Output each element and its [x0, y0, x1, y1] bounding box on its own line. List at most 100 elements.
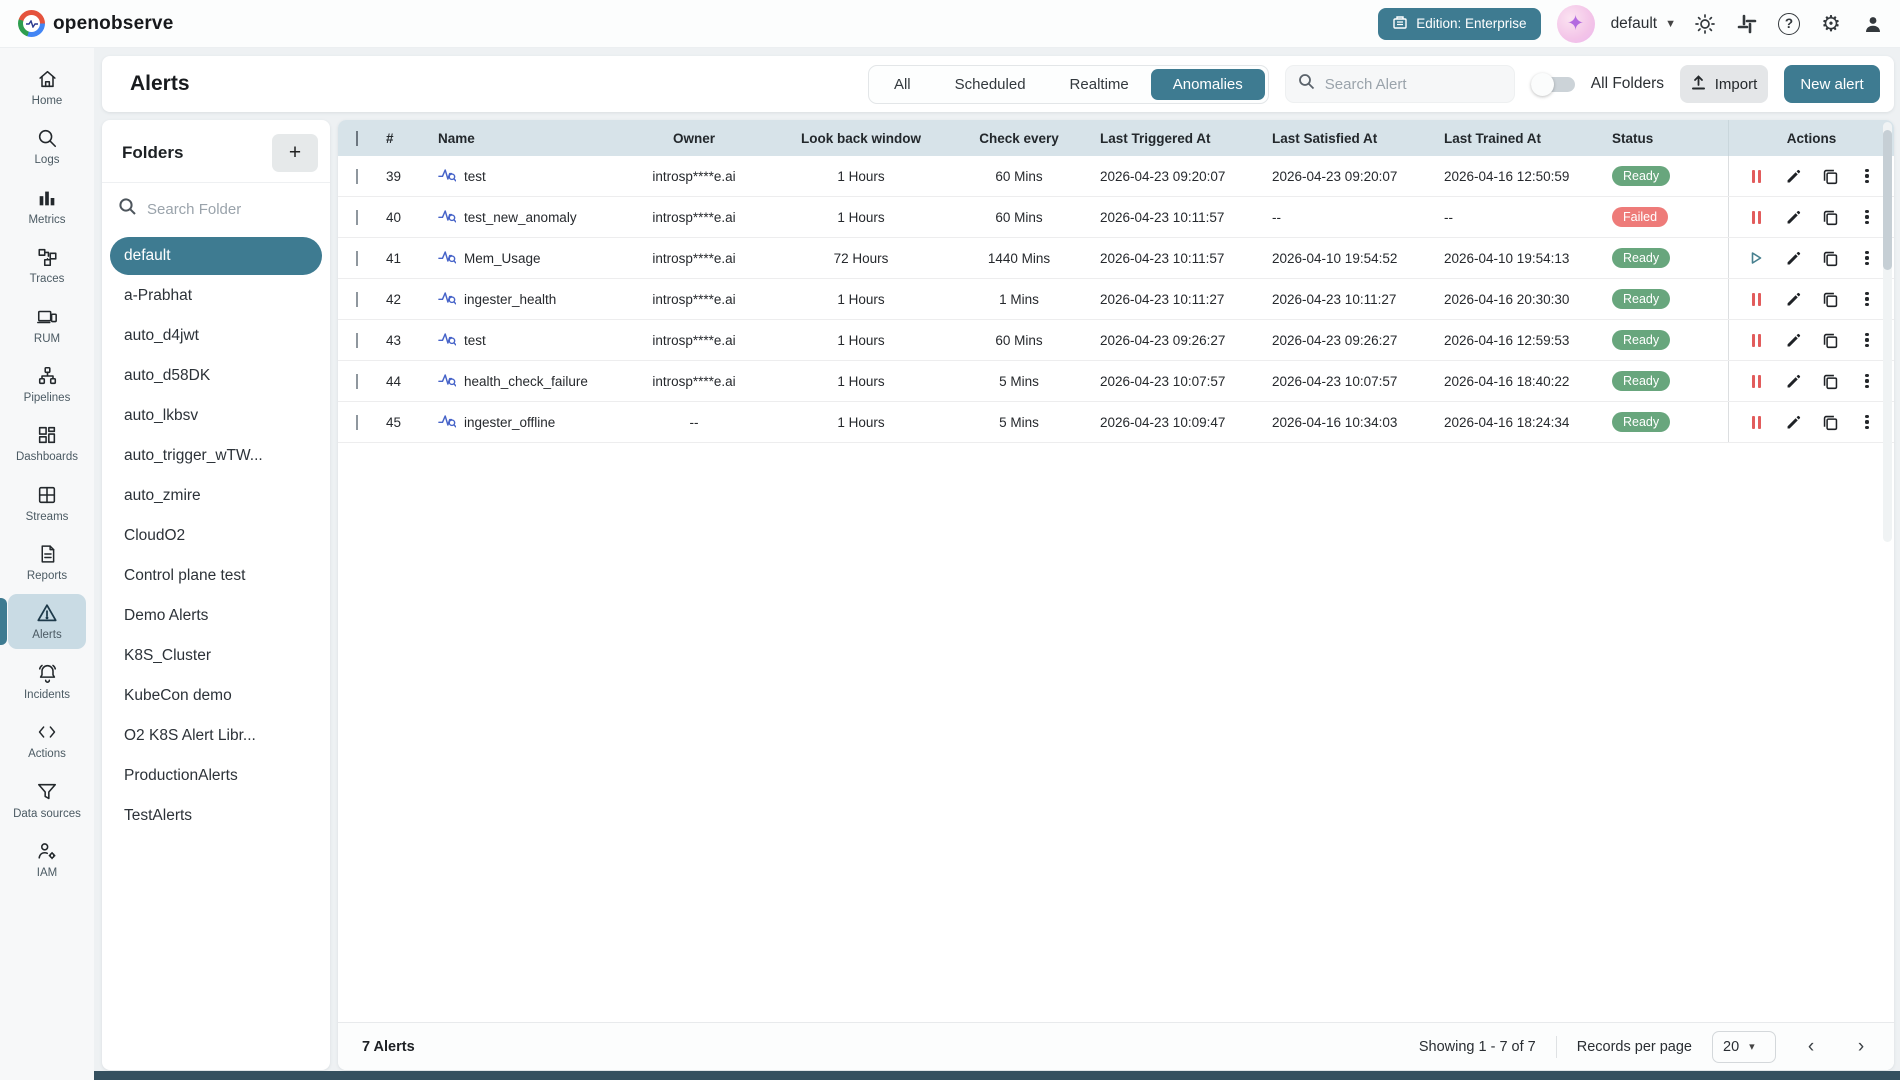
table-row[interactable]: 39testintrosp****e.ai1 Hours60 Mins2026-…	[338, 156, 1894, 197]
table-row[interactable]: 45ingester_offline--1 Hours5 Mins2026-04…	[338, 402, 1894, 443]
sidebar-item-rum[interactable]: RUM	[8, 298, 86, 352]
table-row[interactable]: 42ingester_healthintrosp****e.ai1 Hours1…	[338, 279, 1894, 320]
sidebar-item-metrics[interactable]: Metrics	[8, 179, 86, 233]
folder-item[interactable]: auto_trigger_wTW...	[110, 437, 322, 475]
row-checkbox[interactable]	[356, 251, 358, 266]
edit-alert-icon[interactable]	[1783, 248, 1803, 268]
vertical-scrollbar[interactable]	[1883, 122, 1892, 542]
duplicate-alert-icon[interactable]	[1820, 207, 1840, 227]
duplicate-alert-icon[interactable]	[1820, 412, 1840, 432]
column-header-actions: Actions	[1728, 120, 1894, 156]
tab-scheduled[interactable]: Scheduled	[933, 69, 1048, 100]
more-options-icon[interactable]	[1857, 412, 1877, 432]
more-options-icon[interactable]	[1857, 166, 1877, 186]
pause-alert-icon[interactable]	[1746, 412, 1766, 432]
sidebar-item-incidents[interactable]: Incidents	[8, 654, 86, 708]
edit-alert-icon[interactable]	[1783, 289, 1803, 309]
settings-gear-icon[interactable]: ⚙	[1818, 11, 1844, 37]
folder-item[interactable]: K8S_Cluster	[110, 637, 322, 675]
more-options-icon[interactable]	[1857, 330, 1877, 350]
resume-alert-icon[interactable]	[1746, 248, 1766, 268]
sidebar-item-data-sources[interactable]: Data sources	[8, 773, 86, 827]
table-row[interactable]: 44health_check_failureintrosp****e.ai1 H…	[338, 361, 1894, 402]
more-options-icon[interactable]	[1857, 248, 1877, 268]
folder-item[interactable]: ProductionAlerts	[110, 757, 322, 795]
duplicate-alert-icon[interactable]	[1820, 166, 1840, 186]
row-checkbox[interactable]	[356, 374, 358, 389]
folder-item[interactable]: CloudO2	[110, 517, 322, 555]
edit-alert-icon[interactable]	[1783, 166, 1803, 186]
folder-item[interactable]: O2 K8S Alert Libr...	[110, 717, 322, 755]
folder-list: defaulta-Prabhatauto_d4jwtauto_d58DKauto…	[102, 231, 330, 841]
search-alert-input[interactable]	[1325, 76, 1485, 93]
folder-search-input[interactable]	[147, 201, 297, 218]
folder-item[interactable]: auto_lkbsv	[110, 397, 322, 435]
edit-alert-icon[interactable]	[1783, 371, 1803, 391]
duplicate-alert-icon[interactable]	[1820, 371, 1840, 391]
table-row[interactable]: 43testintrosp****e.ai1 Hours60 Mins2026-…	[338, 320, 1894, 361]
row-checkbox[interactable]	[356, 169, 358, 184]
sidebar-item-pipelines[interactable]: Pipelines	[8, 357, 86, 411]
edit-alert-icon[interactable]	[1783, 412, 1803, 432]
tab-anomalies[interactable]: Anomalies	[1151, 69, 1265, 100]
folder-item[interactable]: auto_zmire	[110, 477, 322, 515]
add-folder-button[interactable]: +	[272, 134, 318, 172]
folder-item[interactable]: auto_d4jwt	[110, 317, 322, 355]
sidebar-item-traces[interactable]: Traces	[8, 238, 86, 292]
folder-item[interactable]: KubeCon demo	[110, 677, 322, 715]
sidebar-item-actions[interactable]: Actions	[8, 713, 86, 767]
org-selector-dropdown[interactable]: default ▼	[1611, 15, 1676, 33]
slack-icon[interactable]	[1734, 11, 1760, 37]
sidebar-item-dashboards[interactable]: Dashboards	[8, 416, 86, 470]
duplicate-alert-icon[interactable]	[1820, 289, 1840, 309]
row-checkbox[interactable]	[356, 415, 358, 430]
ai-sparkle-icon[interactable]: ✦	[1557, 5, 1595, 43]
new-alert-button[interactable]: New alert	[1784, 65, 1880, 103]
tab-all[interactable]: All	[872, 69, 933, 100]
more-options-icon[interactable]	[1857, 207, 1877, 227]
folder-item[interactable]: TestAlerts	[110, 797, 322, 835]
folder-item[interactable]: Demo Alerts	[110, 597, 322, 635]
all-folders-toggle[interactable]	[1531, 77, 1575, 92]
check-every: 1 Mins	[944, 292, 1094, 307]
pause-alert-icon[interactable]	[1746, 207, 1766, 227]
edit-alert-icon[interactable]	[1783, 330, 1803, 350]
records-per-page-select[interactable]: 20 ▾	[1712, 1031, 1776, 1063]
folder-item[interactable]: default	[110, 237, 322, 275]
import-button[interactable]: Import	[1680, 65, 1768, 103]
row-checkbox[interactable]	[356, 292, 358, 307]
more-options-icon[interactable]	[1857, 371, 1877, 391]
folder-item[interactable]: auto_d58DK	[110, 357, 322, 395]
sidebar-item-alerts[interactable]: Alerts	[8, 594, 86, 648]
select-all-checkbox[interactable]	[356, 131, 358, 146]
row-checkbox[interactable]	[356, 210, 358, 225]
tab-realtime[interactable]: Realtime	[1048, 69, 1151, 100]
folder-search-box[interactable]	[102, 183, 330, 231]
table-row[interactable]: 40test_new_anomalyintrosp****e.ai1 Hours…	[338, 197, 1894, 238]
sidebar-item-streams[interactable]: Streams	[8, 476, 86, 530]
pause-alert-icon[interactable]	[1746, 289, 1766, 309]
table-row[interactable]: 41Mem_Usageintrosp****e.ai72 Hours1440 M…	[338, 238, 1894, 279]
folder-item[interactable]: a-Prabhat	[110, 277, 322, 315]
help-icon[interactable]: ?	[1776, 11, 1802, 37]
sidebar-item-home[interactable]: Home	[8, 60, 86, 114]
pause-alert-icon[interactable]	[1746, 166, 1766, 186]
sidebar-item-reports[interactable]: Reports	[8, 535, 86, 589]
sidebar-item-iam[interactable]: IAM	[8, 832, 86, 886]
sidebar-item-label: Incidents	[24, 688, 70, 702]
sidebar-item-logs[interactable]: Logs	[8, 119, 86, 173]
duplicate-alert-icon[interactable]	[1820, 330, 1840, 350]
pause-alert-icon[interactable]	[1746, 330, 1766, 350]
search-alert-box[interactable]	[1285, 65, 1515, 103]
row-checkbox[interactable]	[356, 333, 358, 348]
more-options-icon[interactable]	[1857, 289, 1877, 309]
folder-item[interactable]: Control plane test	[110, 557, 322, 595]
theme-sun-icon[interactable]	[1692, 11, 1718, 37]
duplicate-alert-icon[interactable]	[1820, 248, 1840, 268]
previous-page-button[interactable]: ‹	[1796, 1032, 1826, 1062]
next-page-button[interactable]: ›	[1846, 1032, 1876, 1062]
pause-alert-icon[interactable]	[1746, 371, 1766, 391]
profile-icon[interactable]	[1860, 11, 1886, 37]
row-number: 45	[380, 415, 432, 430]
edit-alert-icon[interactable]	[1783, 207, 1803, 227]
